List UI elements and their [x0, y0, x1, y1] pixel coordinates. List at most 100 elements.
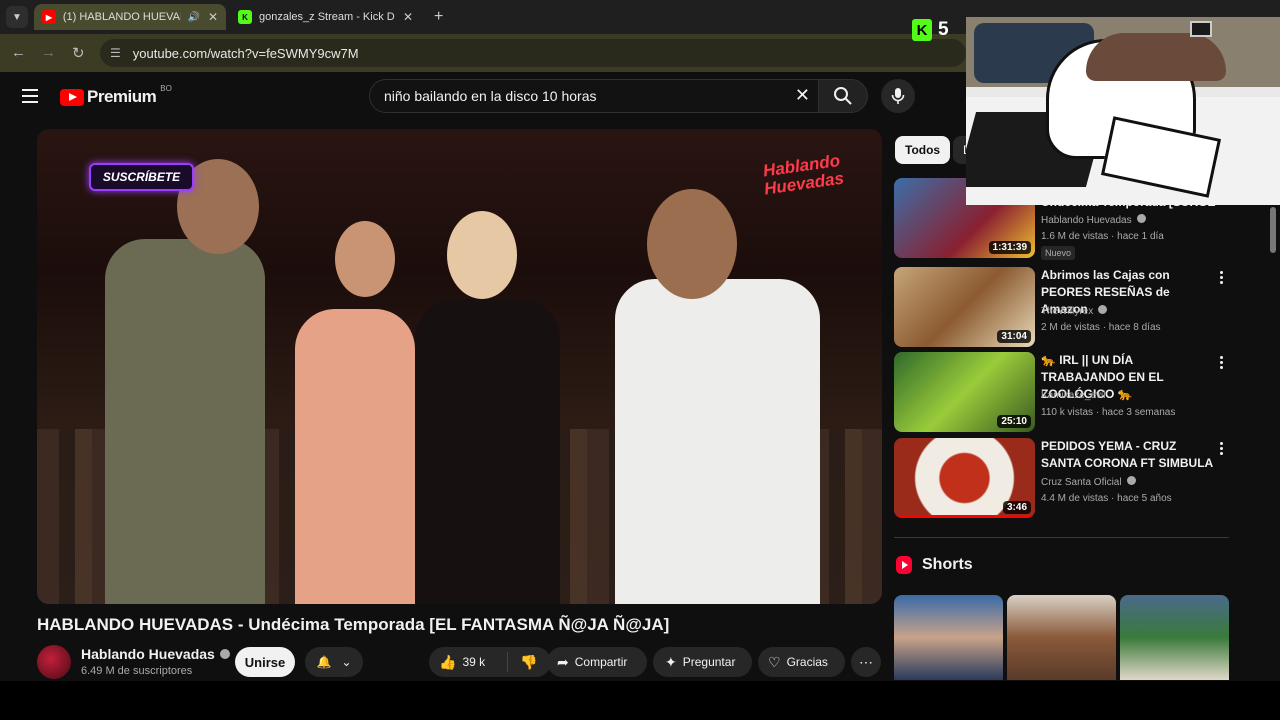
recommendation-meta: 4.4 M de vistas · hace 5 años	[1041, 493, 1172, 504]
like-dislike-group: 👍 39 k 👎	[429, 647, 551, 677]
clear-search-icon[interactable]: ✕	[795, 85, 810, 106]
more-icon: ⋯	[859, 653, 873, 670]
person-woman-1	[295, 309, 415, 604]
kick-logo-icon: K	[912, 19, 932, 41]
url-field[interactable]: ☰ youtube.com/watch?v=feSWMY9cw7M	[100, 39, 966, 67]
tab-title: gonzales_z Stream - Kick Dashb	[259, 11, 395, 23]
show-logo-overlay: Hablando Huevadas	[761, 150, 846, 199]
short-thumbnail[interactable]	[1120, 595, 1229, 680]
youtube-favicon-icon: ▶	[42, 10, 56, 24]
duration-badge: 25:10	[997, 415, 1031, 428]
duration-badge: 3:46	[1002, 501, 1031, 514]
thanks-button[interactable]: ♡ Gracias	[758, 647, 845, 677]
recommendation-channel[interactable]: Cruz Santa Oficial	[1041, 476, 1136, 488]
speaker-icon[interactable]: 🔊	[187, 12, 199, 23]
kick-viewer-count: 5	[938, 19, 949, 40]
subscriber-count: 6.49 M de suscriptores	[81, 665, 193, 677]
share-button[interactable]: ➦ Compartir	[547, 647, 647, 677]
youtube-logo[interactable]: Premium BO	[60, 83, 172, 107]
shorts-header: Shorts	[896, 556, 973, 574]
scrollbar[interactable]	[1268, 205, 1280, 680]
subscribe-overlay: SUSCRÍBETE	[89, 163, 194, 191]
duration-badge: 31:04	[997, 330, 1031, 343]
video-thumbnail[interactable]: 25:10	[894, 352, 1035, 432]
bell-icon: 🔔	[316, 655, 332, 669]
forward-icon[interactable]: →	[41, 44, 56, 61]
more-actions-button[interactable]: ⋯	[851, 647, 881, 677]
scrollbar-thumb[interactable]	[1270, 207, 1276, 253]
voice-search-button[interactable]	[881, 79, 915, 113]
verified-icon	[1098, 305, 1108, 314]
share-icon: ➦	[557, 653, 569, 670]
reload-icon[interactable]: ↻	[72, 44, 85, 62]
new-badge: Nuevo	[1041, 246, 1076, 260]
recommendation-channel[interactable]: Kamikaze_evil	[1041, 390, 1105, 401]
recommendation-item[interactable]: 25:10 🐆 IRL || UN DÍA TRABAJANDO EN EL Z…	[894, 352, 1234, 432]
thanks-label: Gracias	[786, 655, 828, 669]
like-button[interactable]: 👍 39 k	[429, 654, 507, 671]
person-woman-1-head	[335, 221, 395, 297]
sparkle-icon: ✦	[665, 653, 677, 670]
search-input[interactable]: niño bailando en la disco 10 horas ✕	[369, 79, 819, 113]
tab-search-button[interactable]: ▼	[6, 6, 28, 28]
stream-camera-overlay	[966, 17, 1280, 205]
window-widget	[1190, 21, 1212, 37]
notifications-button[interactable]: 🔔 ⌄	[305, 647, 363, 677]
chevron-down-icon: ⌄	[341, 655, 352, 669]
section-divider	[894, 537, 1229, 538]
channel-name[interactable]: Hablando Huevadas	[81, 646, 230, 662]
video-player[interactable]: SUSCRÍBETE Hablando Huevadas	[37, 129, 882, 604]
kick-favicon-icon: K	[238, 10, 252, 24]
channel-text: TheWillyrex	[1041, 306, 1094, 317]
short-thumbnail[interactable]	[894, 595, 1003, 680]
recommendation-item[interactable]: 31:04 Abrimos las Cajas con PEORES RESEÑ…	[894, 267, 1234, 347]
join-button[interactable]: Unirse	[235, 647, 295, 677]
bottom-bar	[0, 681, 1280, 720]
youtube-play-icon	[60, 88, 84, 106]
watch-progress-bar	[894, 515, 1035, 518]
microphone-icon	[891, 88, 905, 104]
short-thumbnail[interactable]	[1007, 595, 1116, 680]
more-options-icon[interactable]	[1220, 356, 1224, 371]
kick-viewer-badge: K 5	[912, 19, 949, 41]
logo-word: Premium	[87, 87, 157, 106]
verified-icon	[1136, 214, 1146, 223]
more-options-icon[interactable]	[1220, 271, 1224, 286]
chip-all[interactable]: Todos	[895, 136, 951, 164]
country-code: BO	[160, 83, 172, 93]
shorts-label: Shorts	[922, 556, 973, 573]
shorts-icon	[896, 556, 912, 574]
search-button[interactable]	[818, 79, 868, 113]
dislike-button[interactable]: 👎	[508, 654, 543, 671]
like-count: 39 k	[462, 655, 486, 669]
new-tab-icon[interactable]: +	[434, 8, 443, 26]
search-icon	[834, 87, 852, 105]
recommendation-item[interactable]: 3:46 PEDIDOS YEMA - CRUZ SANTA CORONA FT…	[894, 438, 1234, 518]
tab-youtube[interactable]: ▶ (1) HABLANDO HUEVADAS 🔊 ✕	[34, 4, 226, 30]
recommendation-channel[interactable]: Hablando Huevadas	[1041, 214, 1146, 226]
recommendation-title[interactable]: PEDIDOS YEMA - CRUZ SANTA CORONA FT SIMB…	[1041, 438, 1216, 472]
thumbs-down-icon: 👎	[520, 653, 538, 670]
more-options-icon[interactable]	[1220, 442, 1224, 457]
ask-button[interactable]: ✦ Preguntar	[653, 647, 752, 677]
channel-avatar[interactable]	[37, 645, 71, 679]
person-right	[615, 279, 820, 604]
thumbs-up-icon: 👍	[439, 653, 457, 670]
close-tab-icon[interactable]: ✕	[403, 10, 413, 24]
url-text: youtube.com/watch?v=feSWMY9cw7M	[132, 45, 359, 61]
video-title: HABLANDO HUEVADAS - Undécima Temporada […	[37, 615, 670, 634]
channel-row: Hablando Huevadas 6.49 M de suscriptores…	[37, 645, 882, 681]
recommendation-meta: 1.6 M de vistas · hace 1 día	[1041, 231, 1164, 242]
site-info-icon[interactable]: ☰	[110, 46, 121, 60]
youtube-header: Premium BO niño bailando en la disco 10 …	[0, 72, 966, 122]
close-tab-icon[interactable]: ✕	[208, 10, 218, 24]
menu-icon[interactable]	[22, 89, 38, 103]
video-thumbnail[interactable]: 31:04	[894, 267, 1035, 347]
cat-hair	[1086, 33, 1226, 81]
back-icon[interactable]: ←	[11, 44, 26, 61]
tab-kick[interactable]: K gonzales_z Stream - Kick Dashb ✕	[230, 4, 426, 30]
screen: ▼ ▶ (1) HABLANDO HUEVADAS 🔊 ✕ K gonzales…	[0, 0, 1280, 720]
recommendation-meta: 110 k vistas · hace 3 semanas	[1041, 407, 1176, 418]
recommendation-channel[interactable]: TheWillyrex	[1041, 305, 1108, 317]
video-thumbnail[interactable]: 3:46	[894, 438, 1035, 518]
